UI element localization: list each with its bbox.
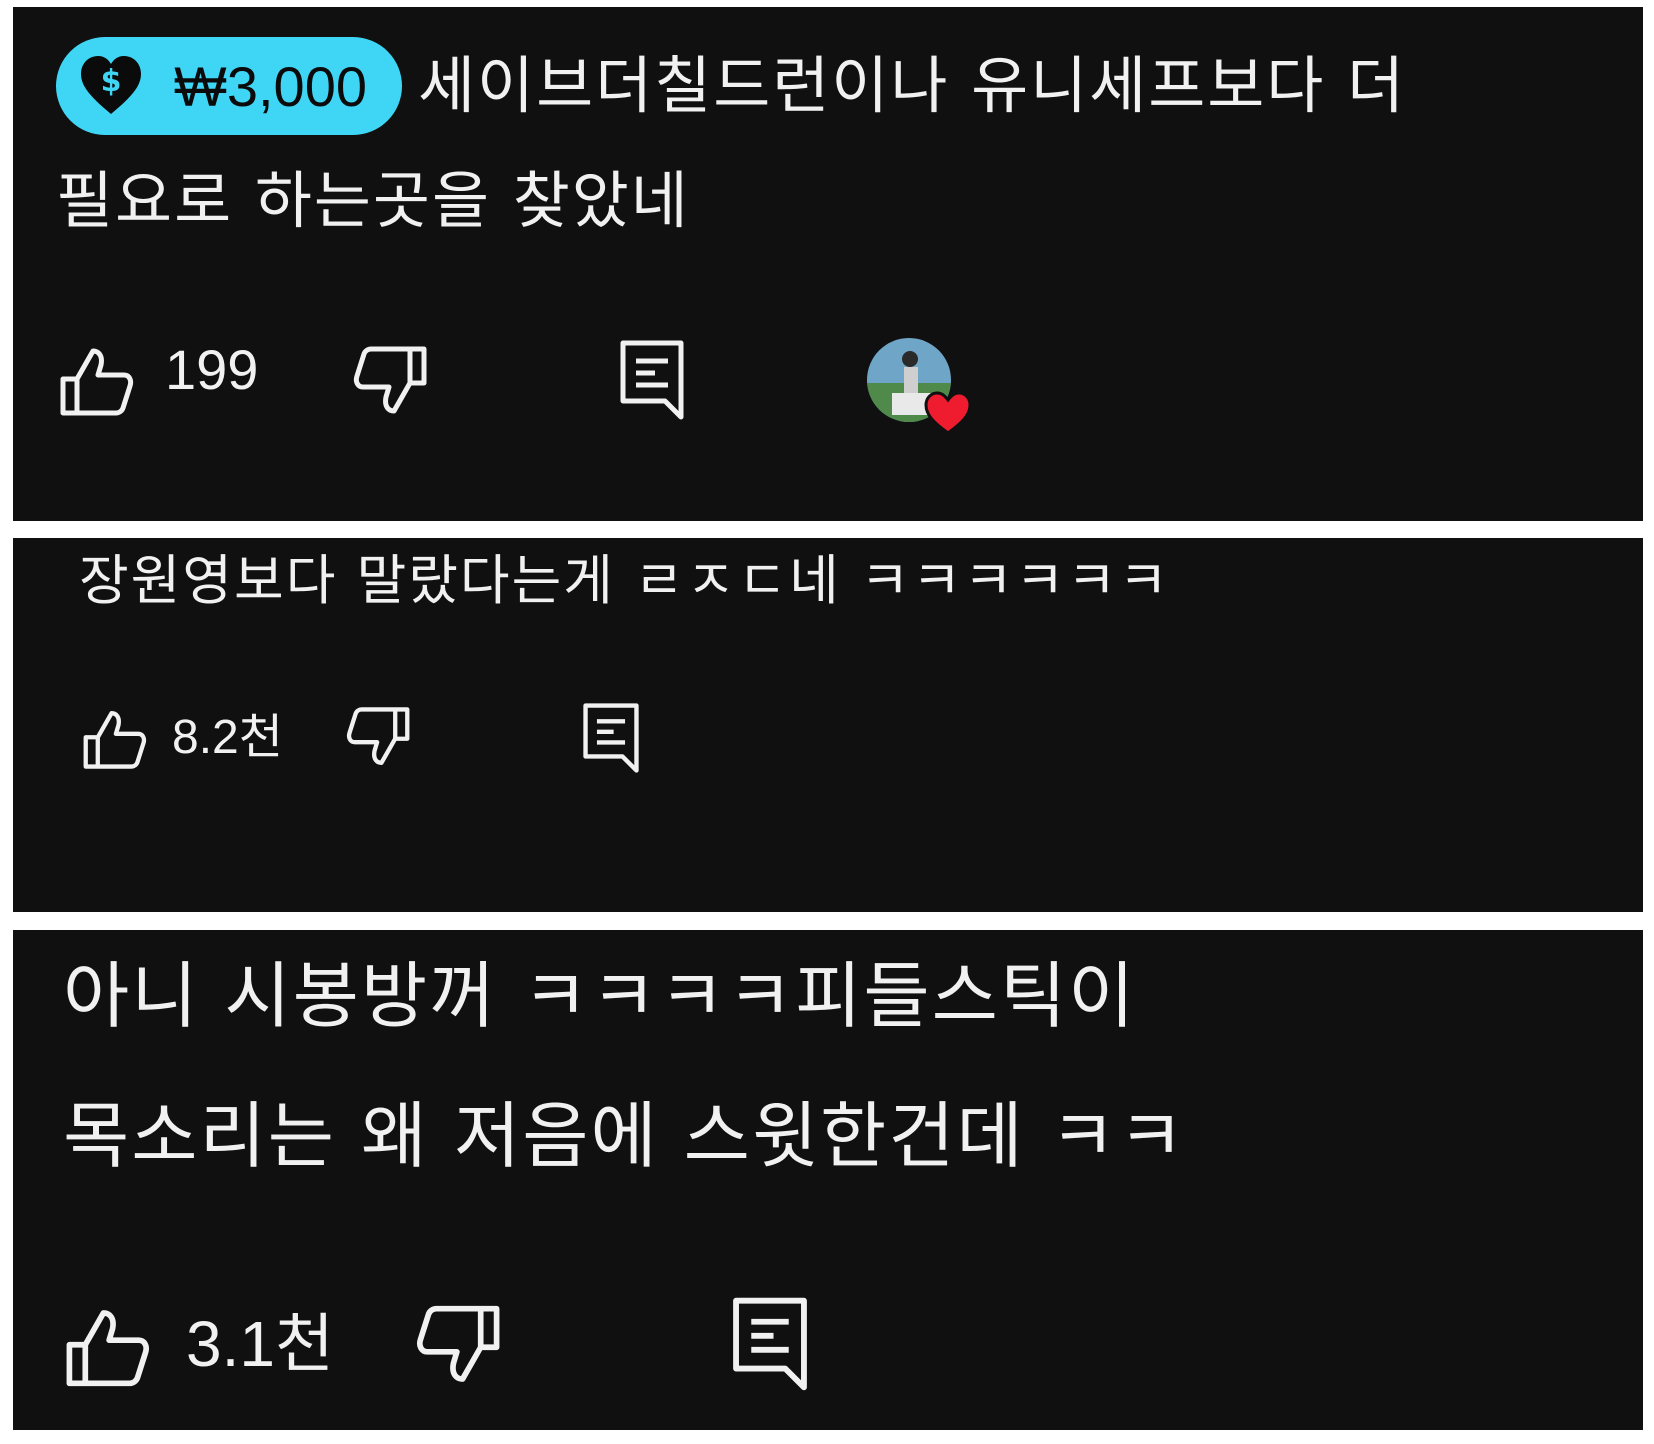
thumbs-down-icon[interactable]: [416, 1304, 500, 1386]
like-count: 3.1천: [186, 1308, 334, 1380]
like-count: 8.2천: [172, 711, 283, 764]
comment-text-line: 필요로 하는곳을 찾았네: [56, 164, 690, 237]
reply-icon[interactable]: [582, 702, 640, 774]
thumbs-down-icon[interactable]: [353, 345, 427, 417]
comment-card: $ ₩3,000 세이브더칠드런이나 유니세프보다 더 필요로 하는곳을 찾았네…: [13, 7, 1643, 521]
comment-card: 아니 시봉방꺼 ㅋㅋㅋㅋ피들스틱이 목소리는 왜 저음에 스윗한건데 ㅋㅋ 3.…: [13, 930, 1643, 1430]
dollar-heart-icon: $: [81, 56, 141, 114]
thumbs-up-icon[interactable]: [60, 345, 134, 417]
comment-text-line: 아니 시봉방꺼 ㅋㅋㅋㅋ피들스틱이: [63, 954, 1137, 1038]
thumbs-up-icon[interactable]: [83, 708, 147, 770]
donation-amount: ₩3,000: [174, 55, 367, 118]
comment-card: 장원영보다 말랐다는게 ㄹㅈㄷ네 ㅋㅋㅋㅋㅋㅋ 8.2천: [13, 538, 1643, 912]
reply-icon[interactable]: [731, 1296, 809, 1392]
comment-text-line: 장원영보다 말랐다는게 ㄹㅈㄷ네 ㅋㅋㅋㅋㅋㅋ: [79, 549, 1171, 612]
comment-text-line: 목소리는 왜 저음에 스윗한건데 ㅋㅋ: [63, 1094, 1187, 1178]
thumbs-up-icon[interactable]: [66, 1306, 150, 1388]
creator-heart-badge: [867, 338, 972, 435]
reply-icon[interactable]: [619, 339, 685, 421]
comment-text-line: 세이브더칠드런이나 유니세프보다 더: [418, 49, 1407, 122]
heart-icon: [924, 391, 972, 435]
thumbs-down-icon[interactable]: [346, 706, 410, 768]
super-thanks-chip: $ ₩3,000: [56, 37, 402, 135]
like-count: 199: [165, 338, 259, 401]
svg-text:$: $: [101, 64, 122, 99]
